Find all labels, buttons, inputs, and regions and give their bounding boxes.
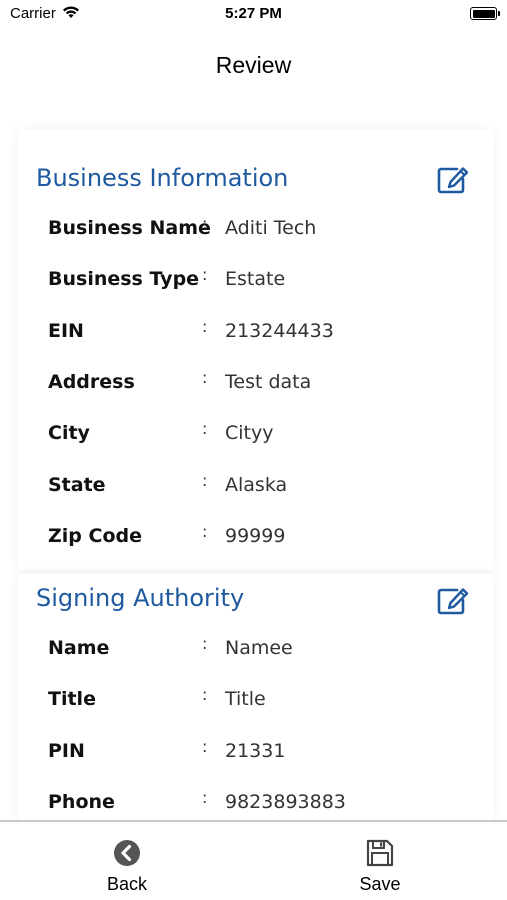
field-separator: :: [202, 736, 208, 756]
field-value: Estate: [225, 268, 286, 291]
field-label: Zip Code: [48, 524, 142, 547]
field-separator: :: [202, 787, 208, 807]
field-value: Alaska: [225, 473, 288, 496]
field-value: Title: [225, 688, 266, 711]
back-button[interactable]: Back: [77, 838, 177, 898]
field-value: 21331: [225, 739, 286, 762]
field-label: EIN: [48, 319, 84, 342]
field-label: City: [48, 422, 90, 445]
field-label: Name: [48, 637, 110, 659]
field-value: Namee: [225, 637, 293, 659]
field-label: Phone: [48, 790, 115, 813]
edit-icon[interactable]: [437, 166, 469, 194]
back-label: Back: [106, 874, 148, 894]
field-separator: :: [202, 685, 208, 705]
field-value: 213244433: [225, 319, 334, 342]
signing-authority-title: Signing Authority: [36, 584, 245, 612]
field-value: Cityy: [225, 422, 274, 445]
field-value: 9823893883: [225, 790, 346, 813]
field-separator: :: [202, 214, 208, 233]
field-value: Aditi Tech: [225, 217, 317, 239]
field-label: Business Type: [48, 268, 200, 291]
field-label: Address: [48, 370, 135, 393]
edit-icon[interactable]: [437, 587, 469, 615]
signing-authority-card: Signing Authority Name: Namee Title: Title P…: [18, 574, 493, 824]
field-value: Test data: [225, 370, 312, 393]
field-separator: :: [202, 367, 208, 387]
field-label: PIN: [48, 739, 85, 762]
field-label: State: [48, 473, 106, 496]
save-label: Save: [359, 874, 401, 894]
battery-icon: [470, 7, 500, 20]
page-title: Review: [215, 52, 292, 78]
business-information-title: Business Information: [36, 164, 289, 192]
field-label: Title: [48, 688, 96, 711]
field-separator: :: [202, 634, 208, 653]
business-information-card: Business Information Business Name: Aditi…: [18, 130, 493, 570]
save-button[interactable]: Save: [330, 838, 430, 898]
field-separator: :: [202, 470, 208, 490]
save-icon: [366, 839, 394, 867]
status-bar: Carrier 5:27 PM: [0, 0, 507, 30]
field-separator: :: [202, 521, 208, 541]
bottom-toolbar: Back Save: [0, 820, 507, 900]
field-separator: :: [202, 265, 208, 285]
back-icon: [114, 840, 140, 866]
field-value: 99999: [225, 524, 286, 547]
field-label: Business Name: [48, 217, 211, 239]
field-separator: :: [202, 419, 208, 439]
field-separator: :: [202, 316, 208, 336]
status-time: 5:27 PM: [225, 5, 282, 22]
